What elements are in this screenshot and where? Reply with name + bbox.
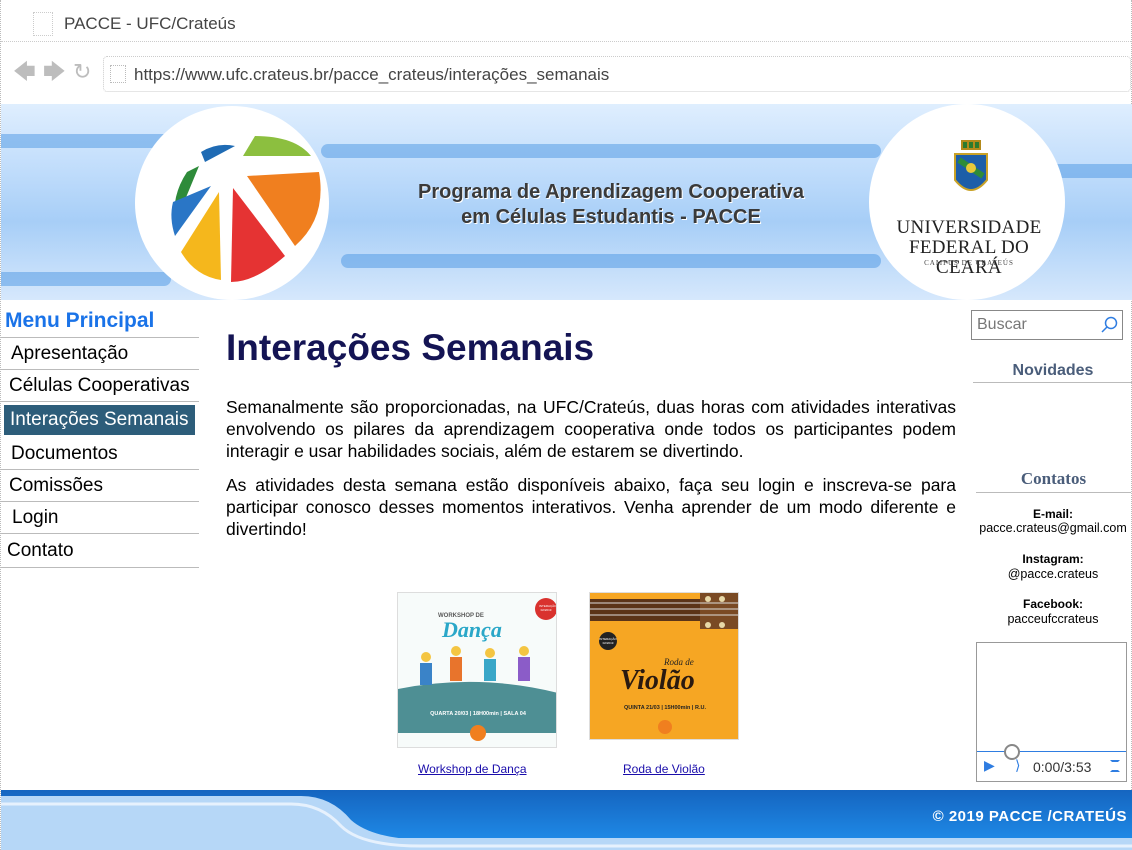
menu-item-documentos[interactable]: Documentos (1, 438, 199, 470)
ufc-name: UNIVERSIDADE FEDERAL DO CEARÁ (889, 218, 1049, 278)
poster-title: Violão (620, 665, 695, 696)
back-arrow-icon[interactable]: 🡄 (13, 61, 36, 83)
pacce-logo[interactable] (135, 106, 329, 300)
audio-time: 0:00/3:53 (1033, 759, 1092, 775)
banner-line-2: em Células Estudantis - PACCE (461, 206, 761, 228)
activity-card-workshop-danca: WORKSHOP DE Dança INTERAÇÃO 02/2019 QUAR… (397, 592, 557, 782)
facebook-value[interactable]: pacceufccrateus (973, 612, 1132, 626)
search-box[interactable]: Buscar (971, 310, 1123, 340)
ufc-name-line-1: UNIVERSIDADE (896, 217, 1042, 238)
main-menu: Menu Principal Apresentação Células Coop… (1, 306, 199, 568)
site-info-icon[interactable] (110, 65, 126, 83)
menu-item-celulas-cooperativas[interactable]: Células Cooperativas (1, 370, 199, 402)
favicon-icon (33, 12, 53, 36)
banner-program-name: Programa de Aprendizagem Cooperativa em … (341, 180, 881, 230)
ufc-name-line-2: FEDERAL DO CEARÁ (909, 237, 1029, 278)
poster-info: QUINTA 21/03 | 15H00min | R.U. (624, 705, 706, 711)
url-field[interactable]: https://www.ufc.crateus.br/pacce_crateus… (103, 56, 1131, 92)
browser-tab-bar: PACCE - UFC/Crateús (1, 0, 1132, 42)
audio-progress-bar[interactable] (977, 751, 1126, 752)
menu-item-contato[interactable]: Contato (1, 534, 199, 568)
search-placeholder[interactable]: Buscar (977, 316, 1027, 334)
forward-arrow-icon[interactable]: 🡆 (43, 61, 66, 83)
instagram-label: Instagram: (1022, 552, 1084, 566)
workshop-danca-poster[interactable]: WORKSHOP DE Dança INTERAÇÃO 02/2019 QUAR… (397, 592, 557, 748)
play-icon[interactable]: ▶ (984, 757, 995, 774)
facebook-label: Facebook: (1022, 597, 1083, 611)
banner-line-1: Programa de Aprendizagem Cooperativa (417, 181, 805, 203)
activity-card-roda-violao: INTERAÇÃO 02/2019 Roda de Violão QUINTA … (589, 592, 739, 782)
menu-item-apresentacao[interactable]: Apresentação (1, 338, 199, 370)
email-value[interactable]: pacce.crateus@gmail.com (973, 521, 1132, 535)
ufc-campus: CAMPUS DE CRATEÚS (924, 259, 1014, 267)
page: PACCE - UFC/Crateús 🡄 🡆 ↻ https://www.uf… (0, 0, 1132, 850)
poster-badge: INTERAÇÃO 02/2019 (599, 637, 617, 645)
ufc-coat-of-arms-icon (954, 140, 988, 191)
poster-title: Dança (442, 617, 502, 642)
fullscreen-icon[interactable] (1110, 760, 1120, 772)
menu-item-comissoes[interactable]: Comissões (1, 470, 199, 502)
instagram-value[interactable]: @pacce.crateus (973, 567, 1132, 581)
browser-tab-title[interactable]: PACCE - UFC/Crateús (64, 14, 236, 34)
menu-title: Menu Principal (1, 306, 199, 338)
contacts-heading: Contatos (976, 469, 1131, 493)
menu-item-interacoes-semanais[interactable]: Interações Semanais (4, 405, 195, 435)
news-heading: Novidades (973, 362, 1132, 383)
volume-icon[interactable]: ⟩ (1015, 757, 1020, 774)
address-bar-row: 🡄 🡆 ↻ https://www.ufc.crateus.br/pacce_c… (1, 42, 1132, 100)
banner-stripe (341, 254, 881, 268)
audio-player: ▶ ⟩ 0:00/3:53 (976, 642, 1127, 782)
site-footer: © 2019 PACCE /CRATEÚS (1, 790, 1132, 850)
pacce-pinwheel-icon (171, 136, 321, 282)
poster-info: QUARTA 20/03 | 18H00min | SALA 04 (430, 711, 526, 717)
banner-stripe (321, 144, 881, 158)
page-title: Interações Semanais (226, 327, 595, 368)
roda-violao-link[interactable]: Roda de Violão (623, 762, 705, 776)
poster-badge: INTERAÇÃO 02/2019 (539, 604, 557, 612)
url-text[interactable]: https://www.ufc.crateus.br/pacce_crateus… (134, 65, 609, 85)
reload-icon[interactable]: ↻ (73, 61, 91, 83)
footer-copyright: © 2019 PACCE /CRATEÚS (932, 808, 1127, 825)
site-banner: Programa de Aprendizagem Cooperativa em … (1, 104, 1132, 300)
search-icon[interactable] (1099, 315, 1119, 335)
roda-violao-poster[interactable]: INTERAÇÃO 02/2019 Roda de Violão QUINTA … (589, 592, 739, 740)
workshop-danca-link[interactable]: Workshop de Dança (418, 762, 527, 776)
email-label: E-mail: (1032, 507, 1073, 521)
activities-paragraph: As atividades desta semana estão disponí… (226, 475, 956, 539)
banner-stripe (1051, 164, 1132, 178)
menu-item-login[interactable]: Login (1, 502, 199, 534)
intro-paragraph: Semanalmente são proporcionadas, na UFC/… (226, 397, 956, 461)
main-content: Interações Semanais Semanalmente são pro… (226, 326, 956, 552)
